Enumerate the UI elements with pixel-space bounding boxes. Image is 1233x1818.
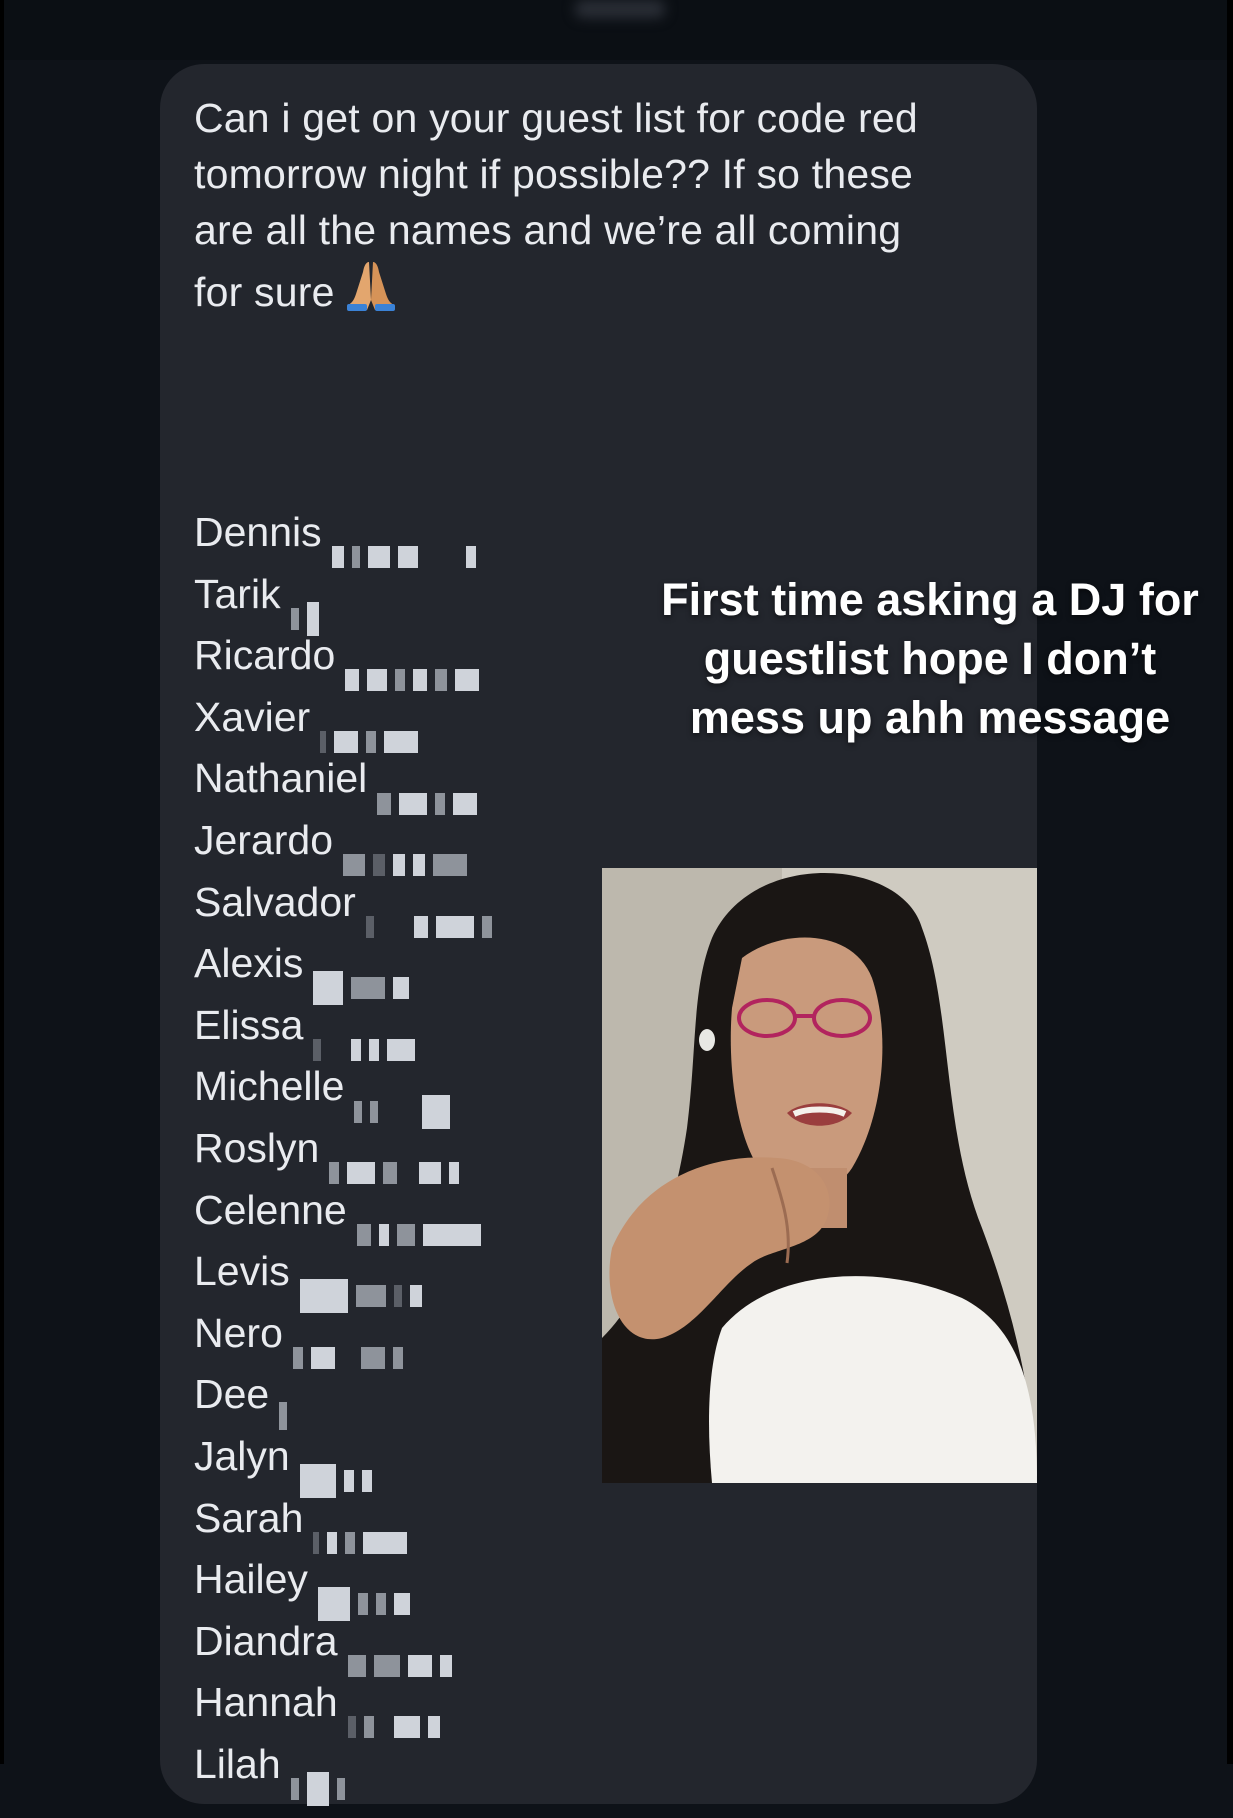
list-item: Dee bbox=[194, 1364, 500, 1431]
guest-name: Lilah bbox=[194, 1740, 281, 1787]
message-line: tomorrow night if possible?? If so these bbox=[194, 151, 914, 197]
list-item: Dennis bbox=[194, 502, 500, 569]
pixelated-surname bbox=[290, 586, 327, 636]
pray-emoji-icon bbox=[345, 258, 397, 326]
pixelated-surname bbox=[377, 771, 485, 815]
pixelated-surname bbox=[329, 1140, 467, 1185]
list-item: Diandra bbox=[194, 1611, 500, 1677]
list-item: Celenne bbox=[194, 1180, 500, 1246]
list-item: Elissa bbox=[194, 995, 500, 1061]
pixelated-surname bbox=[356, 1202, 489, 1246]
pixelated-surname bbox=[299, 1448, 380, 1499]
pixelated-surname bbox=[354, 1079, 458, 1129]
list-item: Tarik bbox=[194, 564, 500, 636]
pixelated-surname bbox=[299, 1263, 430, 1314]
blurred-header-text bbox=[575, 0, 665, 18]
pixelated-surname bbox=[320, 709, 426, 753]
message-line-text: for sure bbox=[194, 269, 335, 315]
pixelated-surname bbox=[292, 1325, 411, 1369]
caption-line: First time asking a DJ for bbox=[661, 574, 1199, 625]
pixelated-surname bbox=[313, 955, 417, 1006]
list-item: Lilah bbox=[194, 1734, 500, 1807]
guest-name: Jerardo bbox=[194, 816, 334, 863]
pixelated-surname bbox=[345, 647, 487, 692]
list-item: Salvador bbox=[194, 872, 500, 938]
guest-name: Nero bbox=[194, 1309, 283, 1356]
list-item: Roslyn bbox=[194, 1118, 500, 1185]
pixelated-surname bbox=[313, 1017, 423, 1061]
guest-name: Dennis bbox=[194, 509, 322, 555]
list-item: Ricardo bbox=[194, 625, 500, 692]
guest-name: Salvador bbox=[194, 878, 356, 925]
guest-name: Hailey bbox=[194, 1556, 308, 1603]
guest-name: Hannah bbox=[194, 1679, 338, 1726]
guest-name: Roslyn bbox=[194, 1124, 320, 1171]
guest-name: Ricardo bbox=[194, 632, 336, 679]
pixelated-surname bbox=[347, 1633, 460, 1677]
guest-name: Alexis bbox=[194, 940, 304, 987]
message-line: Can i get on your guest list for code re… bbox=[194, 95, 918, 141]
pixelated-surname bbox=[343, 832, 475, 877]
guest-name: Diandra bbox=[194, 1617, 338, 1664]
list-item: Michelle bbox=[194, 1056, 500, 1129]
pixelated-surname bbox=[313, 1510, 415, 1554]
pixelated-surname bbox=[279, 1386, 295, 1431]
guest-name: Michelle bbox=[194, 1063, 345, 1110]
message-line: are all the names and we’re all coming bbox=[194, 207, 902, 253]
guest-name: Levis bbox=[194, 1248, 290, 1295]
pixelated-surname bbox=[331, 524, 484, 569]
guest-name: Tarik bbox=[194, 570, 281, 617]
message-line: for sure bbox=[194, 258, 1014, 326]
list-item: Hailey bbox=[194, 1549, 500, 1622]
pixelated-surname bbox=[317, 1571, 418, 1622]
person-video-frame bbox=[602, 868, 1037, 1483]
guest-name: Dee bbox=[194, 1371, 270, 1418]
right-edge bbox=[1227, 0, 1233, 1764]
top-status-bar bbox=[0, 0, 1233, 60]
list-item: Hannah bbox=[194, 1672, 500, 1739]
list-item: Alexis bbox=[194, 933, 500, 1006]
list-item: Xavier bbox=[194, 687, 500, 753]
video-overlay[interactable] bbox=[602, 868, 1037, 1483]
message-text: Can i get on your guest list for code re… bbox=[194, 90, 1014, 326]
guest-name: Nathaniel bbox=[194, 755, 368, 802]
guest-name: Sarah bbox=[194, 1494, 304, 1541]
list-item: Nathaniel bbox=[194, 748, 500, 815]
list-item: Sarah bbox=[194, 1488, 500, 1554]
caption-line: guestlist hope I don’t bbox=[703, 633, 1157, 684]
pixelated-surname bbox=[365, 894, 500, 938]
list-item: Jerardo bbox=[194, 810, 500, 877]
caption-line: mess up ahh message bbox=[689, 692, 1171, 743]
list-item: Nero bbox=[194, 1303, 500, 1369]
overlay-caption: First time asking a DJ for guestlist hop… bbox=[640, 570, 1220, 747]
guest-name: Celenne bbox=[194, 1186, 347, 1233]
pixelated-surname bbox=[347, 1694, 448, 1739]
guest-name: Xavier bbox=[194, 693, 311, 740]
guest-name: Jalyn bbox=[194, 1432, 290, 1479]
list-item: Jalyn bbox=[194, 1426, 500, 1499]
list-item: Levis bbox=[194, 1241, 500, 1314]
pixelated-surname bbox=[290, 1756, 353, 1807]
guest-name-list: Dennis Tarik Ricardo Xavier Nathaniel Je… bbox=[194, 502, 500, 1807]
guest-name: Elissa bbox=[194, 1001, 304, 1048]
left-edge bbox=[0, 0, 4, 1764]
